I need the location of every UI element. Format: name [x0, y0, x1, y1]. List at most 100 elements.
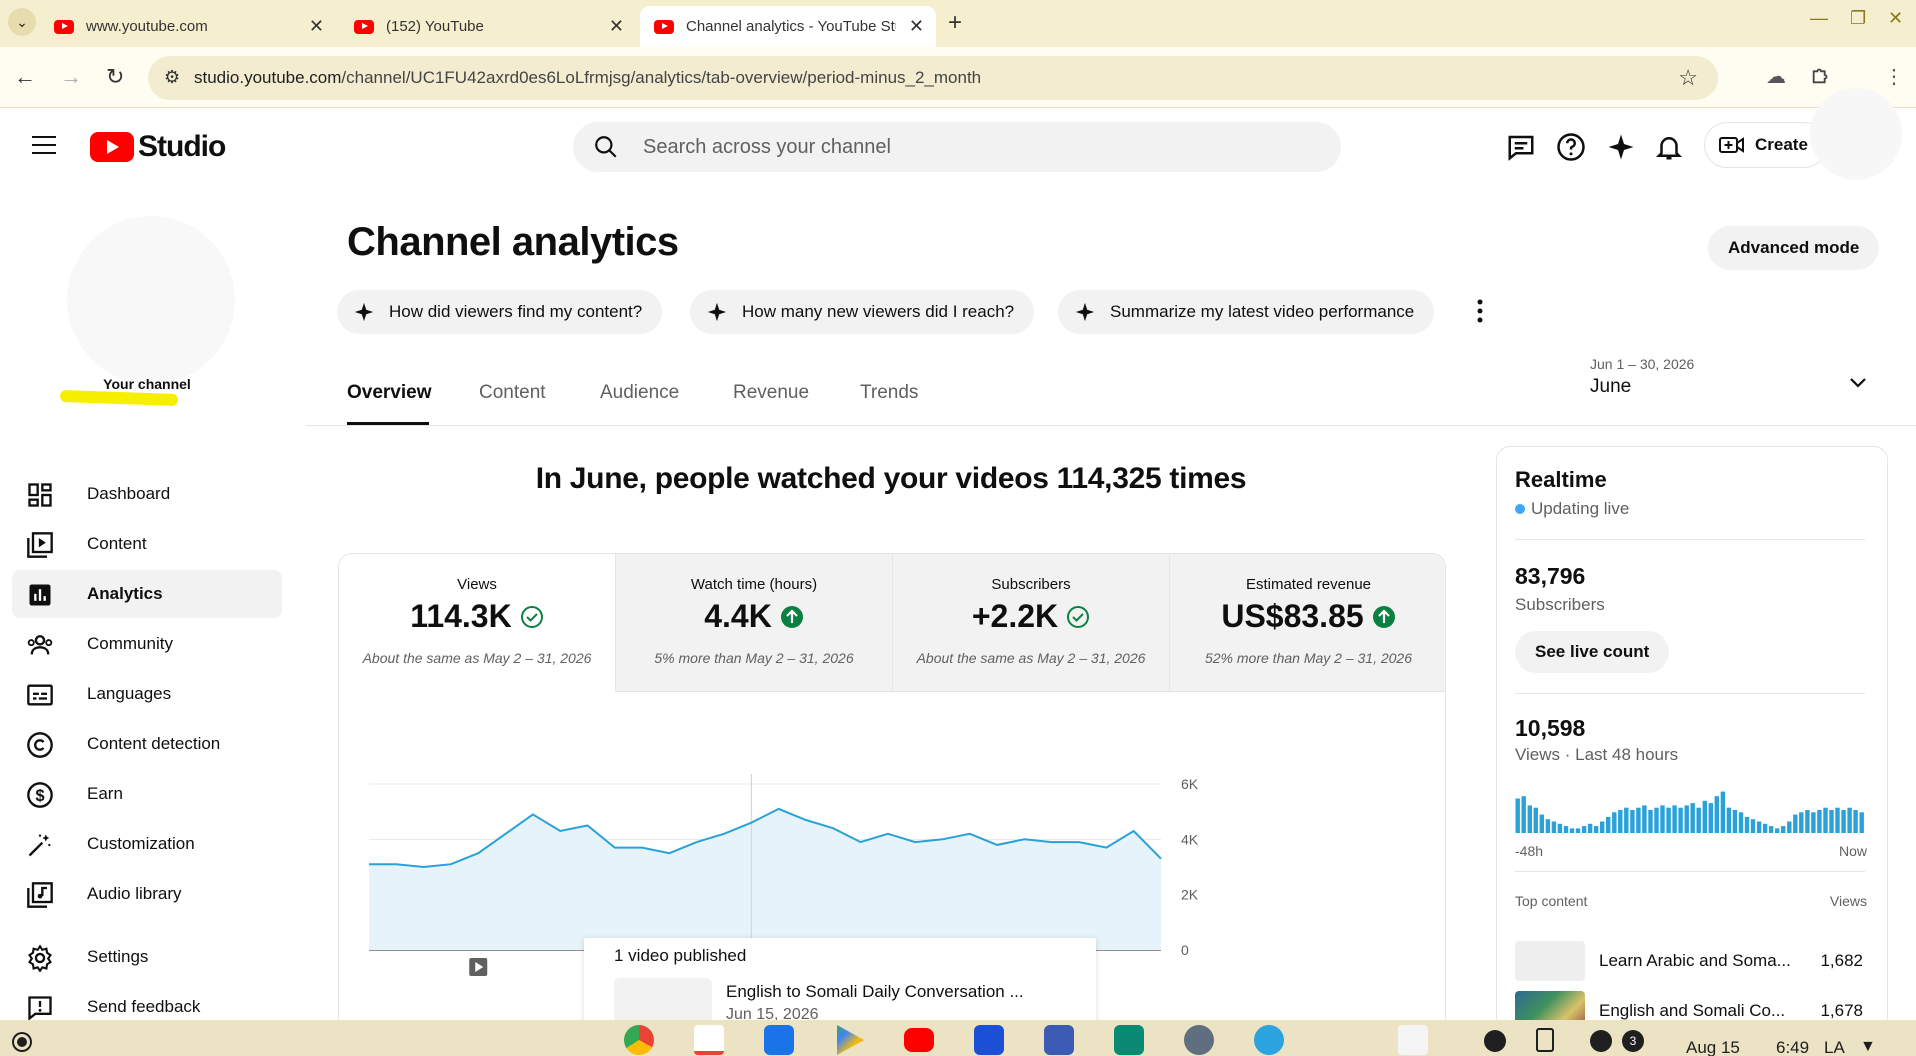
- browser-menu-icon[interactable]: ⋮: [1884, 64, 1904, 89]
- advanced-mode-button[interactable]: Advanced mode: [1708, 226, 1880, 270]
- metric-comparison: 52% more than May 2 – 31, 2026: [1204, 650, 1413, 666]
- live-label: Updating live: [1531, 499, 1630, 518]
- realtime-bar-chart[interactable]: [1515, 787, 1865, 833]
- tab-overview[interactable]: Overview: [347, 382, 432, 404]
- notifications-bell-icon[interactable]: [1654, 132, 1684, 162]
- app-icon[interactable]: [1184, 1025, 1214, 1055]
- page-title: Channel analytics: [347, 220, 679, 264]
- new-tab-icon[interactable]: +: [948, 9, 962, 37]
- metric-label: Watch time (hours): [690, 576, 818, 593]
- sidebar-item-earn[interactable]: $ Earn: [12, 770, 282, 818]
- tab-audience[interactable]: Audience: [600, 382, 679, 404]
- search-input[interactable]: [643, 122, 1303, 172]
- realtime-bar: [1606, 816, 1611, 833]
- site-info-icon[interactable]: ⚙: [164, 67, 180, 88]
- create-button[interactable]: Create: [1704, 122, 1827, 168]
- sidebar-item-settings[interactable]: Settings: [12, 933, 282, 981]
- metric-views[interactable]: Views 114.3K About the same as May 2 – 3…: [339, 554, 616, 692]
- suggestion-chip[interactable]: Summarize my latest video performance: [1058, 290, 1435, 334]
- sidebar-item-content[interactable]: Content: [12, 520, 282, 568]
- browser-tab-active[interactable]: Channel analytics - YouTube Studio ✕: [640, 6, 936, 47]
- youtube-favicon-icon: [54, 19, 74, 34]
- video-title[interactable]: English to Somali Daily Conversation ...: [726, 982, 1024, 1002]
- files-app-icon[interactable]: [764, 1025, 794, 1055]
- tab-content[interactable]: Content: [479, 382, 546, 404]
- more-options-icon[interactable]: [1468, 296, 1492, 326]
- youtube-app-icon[interactable]: [904, 1028, 934, 1052]
- wifi-icon[interactable]: ▼: [1860, 1038, 1876, 1056]
- realtime-bar: [1847, 807, 1852, 833]
- address-bar[interactable]: ⚙ studio.youtube.com/channel/UC1FU42axrd…: [148, 56, 1718, 100]
- sidebar-item-dashboard[interactable]: Dashboard: [12, 470, 282, 518]
- metric-watch-time[interactable]: Watch time (hours) 4.4K 5% more than May…: [616, 554, 893, 692]
- feedback-icon: [28, 996, 52, 1021]
- realtime-bar: [1768, 826, 1774, 833]
- metric-subscribers[interactable]: Subscribers +2.2K About the same as May …: [893, 554, 1170, 692]
- sparkle-icon: [707, 302, 727, 322]
- check-circle-icon: [520, 605, 543, 628]
- phone-hub-icon[interactable]: [1536, 1028, 1554, 1052]
- realtime-bar: [1750, 819, 1756, 833]
- gmail-app-icon[interactable]: [694, 1025, 724, 1055]
- taskbar-date[interactable]: Aug 15: [1686, 1038, 1740, 1056]
- see-live-count-button[interactable]: See live count: [1515, 631, 1670, 673]
- play-store-app-icon[interactable]: [837, 1025, 864, 1055]
- date-range-selector[interactable]: Jun 1 – 30, 2026 June: [1590, 356, 1870, 416]
- realtime-bar: [1593, 826, 1599, 833]
- browser-tab[interactable]: (152) YouTube ✕: [340, 6, 636, 47]
- telegram-app-icon[interactable]: [1254, 1025, 1284, 1055]
- sidebar-item-analytics[interactable]: Analytics: [12, 570, 282, 618]
- sidebar-item-audio-library[interactable]: Audio library: [12, 870, 282, 918]
- app-icon[interactable]: [1114, 1025, 1144, 1055]
- sidebar-item-languages[interactable]: Languages: [12, 670, 282, 718]
- channel-avatar[interactable]: [67, 216, 235, 384]
- bookmark-star-icon[interactable]: ☆: [1678, 65, 1698, 91]
- account-avatar[interactable]: [1810, 88, 1902, 180]
- sidebar-item-content-detection[interactable]: Content detection: [12, 720, 282, 768]
- extensions-puzzle-icon[interactable]: [1810, 64, 1832, 92]
- comments-icon[interactable]: [1506, 132, 1536, 162]
- gear-icon: [28, 944, 52, 972]
- metric-comparison: 5% more than May 2 – 31, 2026: [654, 650, 854, 666]
- notification-count-badge[interactable]: 3: [1622, 1030, 1644, 1052]
- menu-icon[interactable]: [32, 136, 56, 154]
- tab-search-dropdown-icon[interactable]: ⌄: [8, 8, 36, 36]
- realtime-bar: [1581, 826, 1587, 833]
- search-icon[interactable]: [593, 134, 619, 160]
- media-icon[interactable]: [1484, 1030, 1506, 1052]
- restore-window-icon[interactable]: ❐: [1850, 8, 1866, 29]
- upload-icon[interactable]: [1590, 1030, 1612, 1052]
- back-icon[interactable]: ←: [14, 64, 36, 90]
- close-window-icon[interactable]: ✕: [1888, 8, 1903, 29]
- metric-revenue[interactable]: Estimated revenue US$83.85 52% more than…: [1170, 554, 1445, 692]
- top-content-row[interactable]: Learn Arabic and Soma... 1,682: [1515, 941, 1865, 985]
- tab-trends[interactable]: Trends: [860, 382, 918, 404]
- logo-text: Studio: [138, 130, 226, 163]
- minimize-window-icon[interactable]: —: [1810, 8, 1828, 29]
- chrome-app-icon[interactable]: [624, 1025, 654, 1055]
- forward-icon[interactable]: →: [60, 64, 82, 90]
- studio-logo[interactable]: Studio: [90, 130, 226, 164]
- tab-revenue[interactable]: Revenue: [733, 382, 809, 404]
- browser-tab[interactable]: www.youtube.com ✕: [40, 6, 336, 47]
- chip-label: How many new viewers did I reach?: [742, 302, 1015, 321]
- close-tab-icon[interactable]: ✕: [609, 16, 624, 37]
- suggestion-chip[interactable]: How did viewers find my content?: [337, 290, 663, 334]
- help-icon[interactable]: [1556, 132, 1586, 162]
- reload-icon[interactable]: ↻: [106, 64, 124, 90]
- metric-value-row: 4.4K: [616, 598, 892, 635]
- close-tab-icon[interactable]: ✕: [309, 16, 324, 37]
- suggestion-chip[interactable]: How many new viewers did I reach?: [690, 290, 1035, 334]
- app-icon[interactable]: [1044, 1025, 1074, 1055]
- close-tab-icon[interactable]: ✕: [909, 16, 924, 37]
- sidebar-item-community[interactable]: Community: [12, 620, 282, 668]
- taskbar-time[interactable]: 6:49: [1776, 1038, 1809, 1056]
- taskbar-locale[interactable]: LA: [1824, 1038, 1845, 1056]
- launcher-icon[interactable]: [14, 1034, 30, 1050]
- screen-capture-icon[interactable]: [1398, 1025, 1428, 1055]
- realtime-bar: [1654, 807, 1659, 833]
- sidebar-item-customization[interactable]: Customization: [12, 820, 282, 868]
- sparkle-icon[interactable]: [1606, 132, 1636, 162]
- docs-app-icon[interactable]: [974, 1025, 1004, 1055]
- extension-cloud-icon[interactable]: ☁: [1766, 64, 1786, 89]
